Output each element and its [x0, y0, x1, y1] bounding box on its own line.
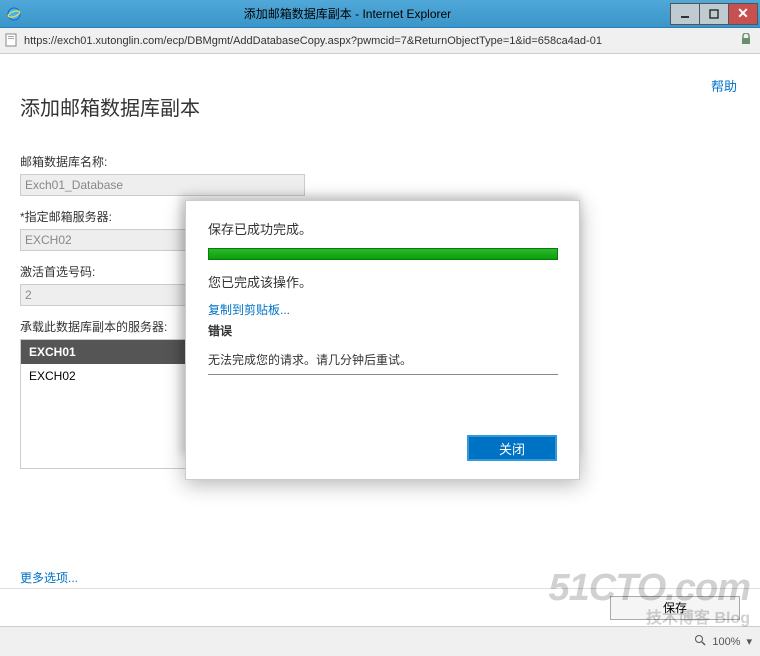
- progress-bar: [208, 248, 558, 260]
- zoom-icon[interactable]: [694, 634, 706, 649]
- dbname-input[interactable]: [20, 174, 305, 196]
- page-icon: [4, 33, 20, 49]
- lock-icon: [740, 33, 756, 49]
- dbname-label: 邮箱数据库名称:: [20, 153, 740, 170]
- chevron-down-icon[interactable]: ▾: [746, 635, 752, 648]
- ie-icon: [4, 4, 24, 24]
- error-text: 无法完成您的请求。请几分钟后重试。: [208, 351, 558, 375]
- zoom-level: 100%: [712, 636, 740, 648]
- help-link[interactable]: 帮助: [711, 76, 737, 95]
- window-title: 添加邮箱数据库副本 - Internet Explorer: [24, 5, 671, 22]
- close-button[interactable]: ✕: [728, 3, 758, 25]
- more-options-link[interactable]: 更多选项...: [20, 569, 740, 586]
- url-text[interactable]: https://exch01.xutonglin.com/ecp/DBMgmt/…: [24, 35, 736, 47]
- maximize-button[interactable]: [699, 3, 729, 25]
- dialog-done-text: 您已完成该操作。: [208, 272, 557, 291]
- copy-clipboard-link[interactable]: 复制到剪贴板...: [208, 301, 557, 318]
- dialog-close-button[interactable]: 关闭: [467, 435, 557, 461]
- page-title: 添加邮箱数据库副本: [20, 92, 740, 121]
- minimize-button[interactable]: [670, 3, 700, 25]
- page-footer: 保存: [0, 588, 760, 626]
- window-titlebar: 添加邮箱数据库副本 - Internet Explorer ✕: [0, 0, 760, 28]
- result-dialog: 保存已成功完成。 您已完成该操作。 复制到剪贴板... 错误 无法完成您的请求。…: [185, 200, 580, 480]
- status-bar: 100% ▾: [0, 626, 760, 656]
- error-label: 错误: [208, 322, 557, 339]
- address-bar: https://exch01.xutonglin.com/ecp/DBMgmt/…: [0, 28, 760, 54]
- dialog-message: 保存已成功完成。: [208, 219, 557, 238]
- save-button[interactable]: 保存: [610, 596, 740, 620]
- window-controls: ✕: [671, 3, 758, 25]
